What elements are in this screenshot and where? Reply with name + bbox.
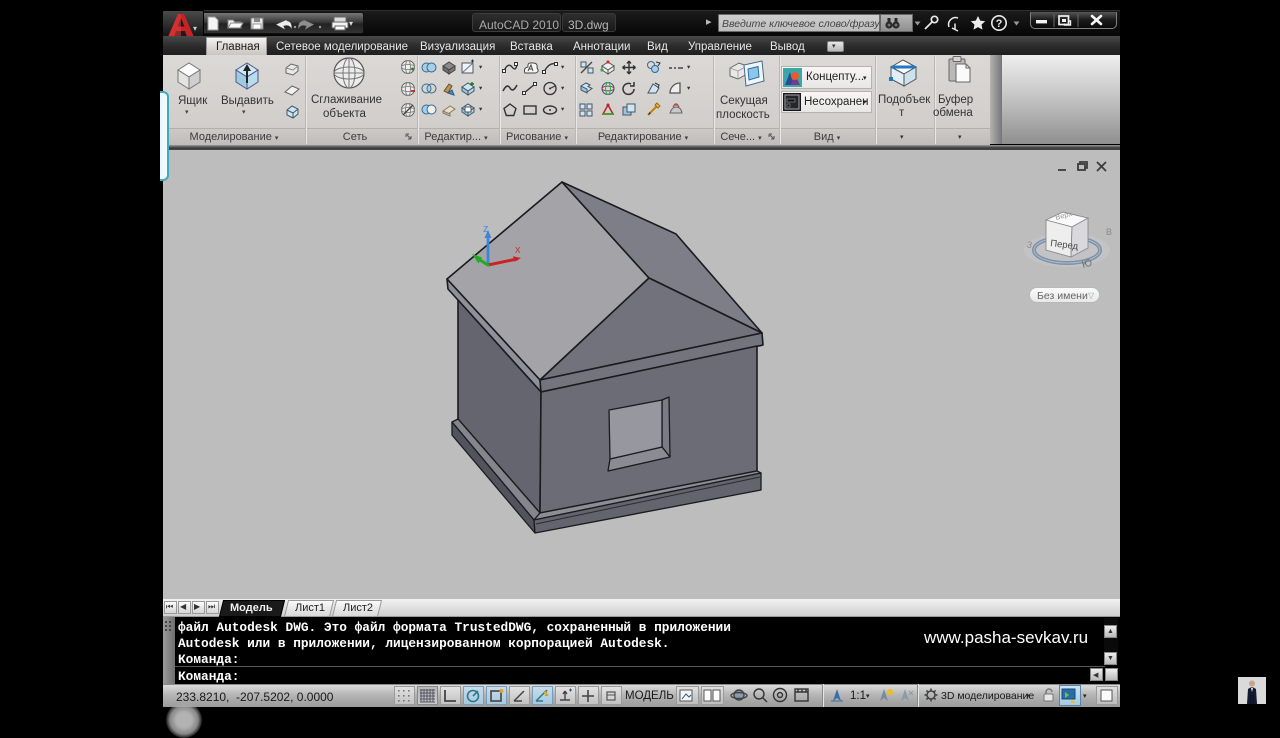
svg-text:z: z bbox=[483, 223, 489, 235]
svg-text:x: x bbox=[515, 244, 521, 256]
svg-text:?: ? bbox=[996, 18, 1003, 30]
svg-text:В: В bbox=[1106, 227, 1112, 237]
